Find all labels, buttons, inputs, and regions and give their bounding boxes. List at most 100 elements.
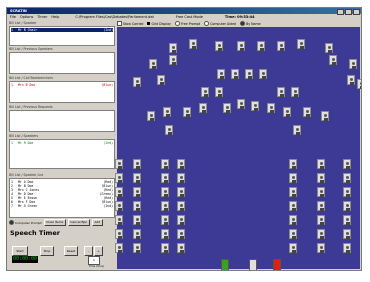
podium-0[interactable] — [221, 259, 229, 270]
seat-77[interactable] — [317, 229, 325, 239]
list-box[interactable] — [9, 110, 115, 132]
seat-76[interactable] — [317, 215, 325, 225]
decrement-button[interactable]: - — [84, 246, 93, 256]
seat-8[interactable] — [149, 59, 157, 69]
option-3[interactable]: Computer Aided — [204, 21, 236, 26]
menu-options[interactable]: Options — [20, 14, 34, 20]
seat-58[interactable] — [177, 159, 185, 169]
menu-timer[interactable]: Timer — [37, 14, 47, 20]
seat-15[interactable] — [357, 79, 361, 89]
seat-17[interactable] — [231, 69, 239, 79]
seat-12[interactable] — [133, 77, 141, 87]
seat-65[interactable] — [289, 159, 297, 169]
seat-27[interactable] — [237, 99, 245, 109]
seat-10[interactable] — [349, 59, 357, 69]
seat-70[interactable] — [289, 229, 297, 239]
seat-0[interactable] — [169, 43, 177, 53]
seat-41[interactable] — [115, 215, 123, 225]
seat-71[interactable] — [289, 243, 297, 253]
seat-36[interactable] — [321, 111, 329, 121]
seat-51[interactable] — [161, 159, 169, 169]
seat-43[interactable] — [115, 243, 123, 253]
seat-56[interactable] — [161, 229, 169, 239]
seat-53[interactable] — [161, 187, 169, 197]
checkbox[interactable] — [117, 21, 122, 26]
seat-49[interactable] — [133, 229, 141, 239]
seat-19[interactable] — [259, 69, 267, 79]
radio-button[interactable] — [174, 21, 180, 26]
seat-20[interactable] — [201, 87, 209, 97]
seat-1[interactable] — [189, 39, 197, 49]
seat-75[interactable] — [317, 201, 325, 211]
list-item[interactable]: 1 Mr B Chair (Ind) — [11, 27, 113, 32]
seat-35[interactable] — [293, 125, 301, 135]
seat-50[interactable] — [133, 243, 141, 253]
seat-44[interactable] — [133, 159, 141, 169]
seat-11[interactable] — [329, 55, 337, 65]
radio-button[interactable] — [240, 21, 246, 26]
start-button[interactable]: Start — [12, 246, 28, 256]
option-1[interactable]: Grid Display — [147, 22, 171, 26]
seat-84[interactable] — [343, 229, 351, 239]
seat-60[interactable] — [177, 187, 185, 197]
panel-button-3[interactable]: Add — [91, 219, 103, 226]
seat-59[interactable] — [177, 173, 185, 183]
podium-1[interactable] — [249, 259, 257, 270]
list-item[interactable]: 7 Mr G Green (Ind) — [11, 204, 113, 208]
seat-46[interactable] — [133, 187, 141, 197]
seat-83[interactable] — [343, 215, 351, 225]
seat-66[interactable] — [289, 173, 297, 183]
list-box[interactable]: 1 Mr B Chair (Ind) — [9, 26, 115, 46]
seat-39[interactable] — [115, 187, 123, 197]
increment-button[interactable]: + — [94, 246, 103, 256]
seat-28[interactable] — [251, 101, 259, 111]
seat-40[interactable] — [115, 201, 123, 211]
seat-54[interactable] — [161, 201, 169, 211]
list-item[interactable]: 1 Mr R Doe (Ind) — [11, 141, 113, 145]
panel-button-1[interactable]: Clear Items — [43, 219, 66, 226]
option-4[interactable]: By Name — [240, 21, 261, 26]
seat-29[interactable] — [267, 103, 275, 113]
option-2[interactable]: Free Prompt — [174, 21, 200, 26]
seat-68[interactable] — [289, 201, 297, 211]
seat-80[interactable] — [343, 173, 351, 183]
panel-button-2[interactable]: Cancel Bpn — [67, 219, 90, 226]
stop-button[interactable]: Stop — [40, 246, 54, 256]
list-box[interactable] — [9, 52, 115, 74]
seat-30[interactable] — [283, 107, 291, 117]
seat-5[interactable] — [277, 41, 285, 51]
seat-72[interactable] — [317, 159, 325, 169]
seat-69[interactable] — [289, 215, 297, 225]
option-0[interactable]: Stow Carried — [117, 21, 143, 26]
seat-21[interactable] — [215, 87, 223, 97]
seat-34[interactable] — [165, 125, 173, 135]
seat-67[interactable] — [289, 187, 297, 197]
list-box[interactable]: 1 Mrs B Doe (Blue) — [9, 81, 115, 103]
list-item[interactable]: 1 Mrs B Doe (Blue) — [11, 83, 113, 87]
seat-26[interactable] — [223, 103, 231, 113]
reset-button[interactable]: Reset — [64, 246, 78, 256]
seat-24[interactable] — [183, 107, 191, 117]
radio-button[interactable] — [9, 220, 14, 225]
seat-48[interactable] — [133, 215, 141, 225]
list-box[interactable]: 1 Mr A Doe (Red) 2 Mr B Doe (Blue) 3 Mrs C Jone… — [9, 178, 115, 218]
seat-6[interactable] — [297, 39, 305, 49]
seat-9[interactable] — [169, 55, 177, 65]
seat-13[interactable] — [157, 75, 165, 85]
seat-3[interactable] — [237, 41, 245, 51]
seat-63[interactable] — [177, 229, 185, 239]
seat-47[interactable] — [133, 201, 141, 211]
prompt-option[interactable]: Computer Prompt — [9, 220, 42, 225]
seat-31[interactable] — [163, 107, 171, 117]
seat-4[interactable] — [257, 41, 265, 51]
seat-23[interactable] — [291, 87, 299, 97]
seat-45[interactable] — [133, 173, 141, 183]
list-box[interactable]: 1 Mr R Doe (Ind) — [9, 139, 115, 169]
seat-2[interactable] — [215, 41, 223, 51]
color-swatch[interactable] — [147, 22, 151, 25]
seat-18[interactable] — [245, 69, 253, 79]
seat-61[interactable] — [177, 201, 185, 211]
seat-7[interactable] — [325, 43, 333, 53]
seat-38[interactable] — [115, 173, 123, 183]
seat-85[interactable] — [343, 243, 351, 253]
